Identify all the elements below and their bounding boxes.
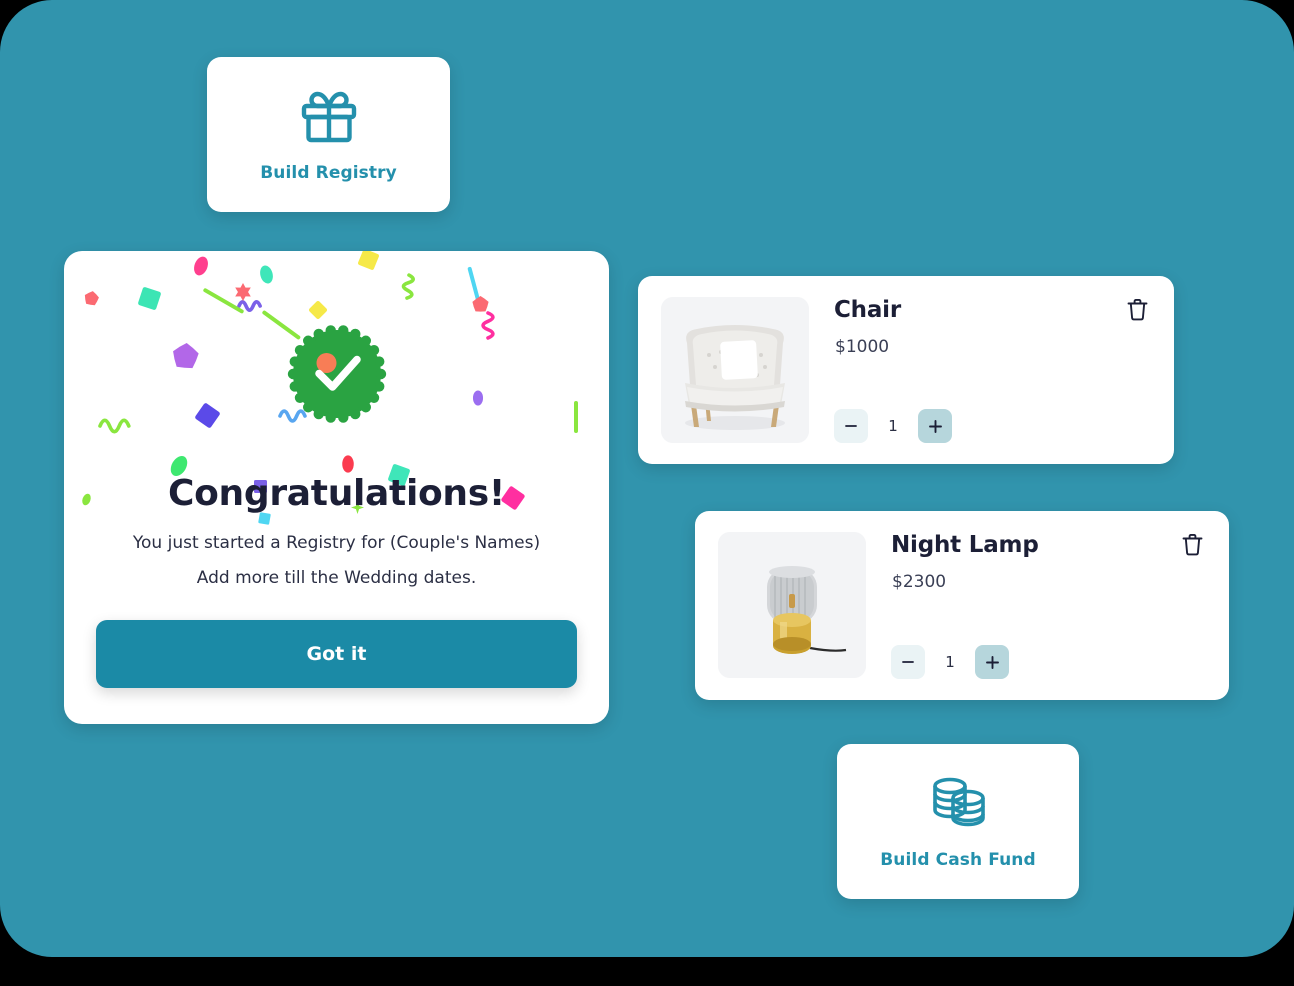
check-badge-icon <box>286 323 388 425</box>
product-card-chair: Chair $1000 1 <box>638 276 1174 464</box>
delete-night-lamp-button[interactable] <box>1175 529 1209 563</box>
congratulations-subtitle-line1: You just started a Registry for (Couple'… <box>132 533 541 553</box>
build-registry-tile[interactable]: Build Registry <box>207 57 450 212</box>
decrement-chair-button[interactable] <box>834 409 868 443</box>
gift-icon <box>299 87 359 147</box>
quantity-stepper-night-lamp: 1 <box>891 645 1009 679</box>
screenshot-root: Build Registry Build Cash Fund Congratul… <box>0 0 1294 986</box>
product-image-chair <box>661 297 809 443</box>
quantity-value-chair: 1 <box>888 417 898 435</box>
congratulations-subtitle-line2: Add more till the Wedding dates. <box>196 568 477 588</box>
trash-icon <box>1127 298 1148 325</box>
quantity-value-night-lamp: 1 <box>945 653 955 671</box>
congratulations-title: Congratulations! <box>167 473 506 514</box>
build-cash-fund-label: Build Cash Fund <box>880 849 1036 870</box>
build-registry-label: Build Registry <box>260 162 397 183</box>
got-it-button[interactable]: Got it <box>96 620 577 688</box>
delete-chair-button[interactable] <box>1120 294 1154 328</box>
product-price-night-lamp: $2300 <box>892 572 947 592</box>
congratulations-card: Congratulations! You just started a Regi… <box>64 251 609 724</box>
product-name-chair: Chair <box>834 297 902 323</box>
product-name-night-lamp: Night Lamp <box>891 532 1039 558</box>
quantity-stepper-chair: 1 <box>834 409 952 443</box>
trash-icon <box>1182 533 1203 560</box>
increment-night-lamp-button[interactable] <box>975 645 1009 679</box>
product-image-night-lamp <box>718 532 866 678</box>
product-price-chair: $1000 <box>835 337 890 357</box>
increment-chair-button[interactable] <box>918 409 952 443</box>
decrement-night-lamp-button[interactable] <box>891 645 925 679</box>
coins-icon <box>927 774 989 834</box>
build-cash-fund-tile[interactable]: Build Cash Fund <box>837 744 1079 899</box>
product-card-night-lamp: Night Lamp $2300 1 <box>695 511 1229 700</box>
